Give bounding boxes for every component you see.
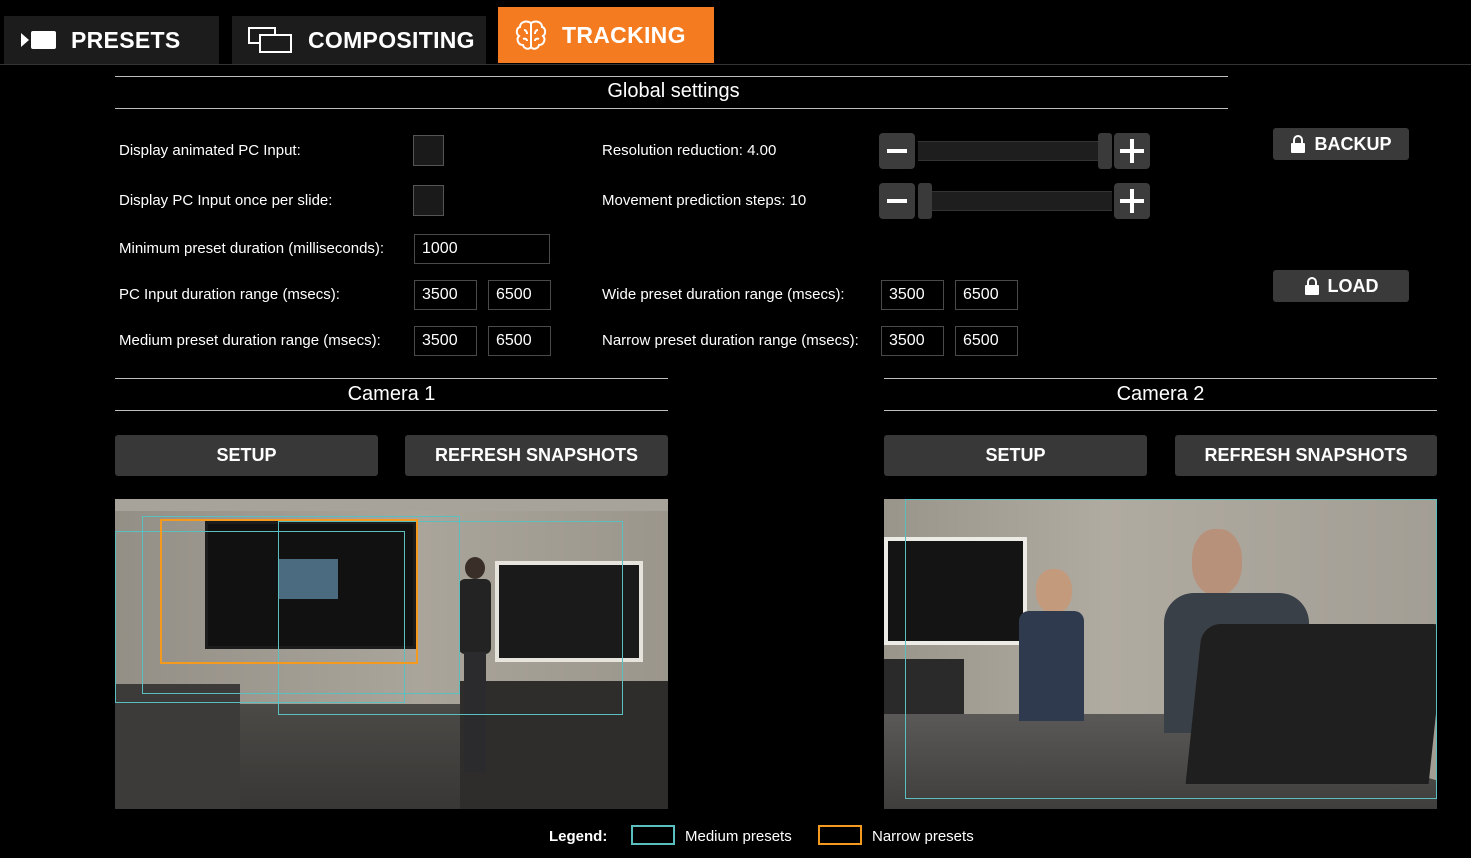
resolution-label: Resolution reduction: 4.00 [602,142,777,159]
min-duration-label: Minimum preset duration (milliseconds): [119,240,385,257]
load-label: LOAD [1327,275,1379,296]
divider [884,378,1437,379]
compositing-icon [246,26,294,54]
tab-label: TRACKING [562,21,686,48]
backup-label: BACKUP [1314,133,1392,154]
tab-presets[interactable]: PRESETS [4,16,219,64]
camera1-title: Camera 1 [347,383,436,405]
divider [115,108,1228,109]
minus-icon [887,149,907,153]
movement-slider-track[interactable] [918,191,1112,211]
camera2-refresh-button[interactable]: REFRESH SNAPSHOTS [1175,435,1437,476]
divider [115,76,1228,77]
camera1-setup-button[interactable]: SETUP [115,435,378,476]
display-once-checkbox[interactable] [413,185,444,216]
refresh-label: REFRESH SNAPSHOTS [1204,445,1408,465]
tab-tracking[interactable]: TRACKING [498,7,714,63]
brain-icon [513,18,549,52]
resolution-slider-track[interactable] [918,141,1112,161]
medium-preset-box [905,499,1437,799]
tab-bar: PRESETS COMPOSITING TRACKING [0,0,1471,65]
narrow-range-max-input[interactable] [955,326,1018,356]
divider [115,410,668,411]
pc-range-label: PC Input duration range (msecs): [119,286,340,303]
camera2-title: Camera 2 [1116,383,1205,405]
medium-range-min-input[interactable] [414,326,477,356]
narrow-legend-swatch [818,825,862,845]
pc-range-max-input[interactable] [488,280,551,310]
narrow-legend-label: Narrow presets [872,828,974,845]
wide-range-label: Wide preset duration range (msecs): [602,286,845,303]
tab-compositing[interactable]: COMPOSITING [232,16,486,64]
wide-range-max-input[interactable] [955,280,1018,310]
lock-icon [1304,277,1319,295]
plus-icon [1120,139,1144,163]
resolution-slider-thumb[interactable] [1098,133,1112,169]
divider [884,410,1437,411]
camera2-snapshot[interactable] [884,499,1437,809]
display-animated-checkbox[interactable] [413,135,444,166]
movement-increase-button[interactable] [1114,183,1150,219]
camera1-refresh-button[interactable]: REFRESH SNAPSHOTS [405,435,668,476]
tab-label: COMPOSITING [308,26,475,53]
tab-label: PRESETS [71,26,181,53]
display-animated-label: Display animated PC Input: [119,142,301,159]
pc-range-min-input[interactable] [414,280,477,310]
movement-label: Movement prediction steps: 10 [602,192,807,209]
display-once-label: Display PC Input once per slide: [119,192,333,209]
setup-label: SETUP [216,445,277,465]
medium-range-max-input[interactable] [488,326,551,356]
narrow-preset-box [160,519,418,664]
medium-legend-label: Medium presets [685,828,792,845]
narrow-range-label: Narrow preset duration range (msecs): [602,332,859,349]
resolution-increase-button[interactable] [1114,133,1150,169]
lock-icon [1291,135,1306,153]
wide-range-min-input[interactable] [881,280,944,310]
plus-icon [1120,189,1144,213]
narrow-range-min-input[interactable] [881,326,944,356]
refresh-label: REFRESH SNAPSHOTS [434,445,639,465]
movement-decrease-button[interactable] [879,183,915,219]
backup-button[interactable]: BACKUP [1273,128,1409,160]
legend-title: Legend: [549,828,608,845]
divider [115,378,668,379]
setup-label: SETUP [985,445,1046,465]
minus-icon [887,199,907,203]
min-duration-input[interactable] [414,234,550,264]
movement-slider-thumb[interactable] [918,183,932,219]
load-button[interactable]: LOAD [1273,270,1409,302]
resolution-decrease-button[interactable] [879,133,915,169]
medium-legend-swatch [631,825,675,845]
global-settings-title: Global settings [607,80,740,102]
camera2-setup-button[interactable]: SETUP [884,435,1147,476]
camera-icon [20,30,58,50]
medium-range-label: Medium preset duration range (msecs): [119,332,381,349]
camera1-snapshot[interactable] [115,499,668,809]
